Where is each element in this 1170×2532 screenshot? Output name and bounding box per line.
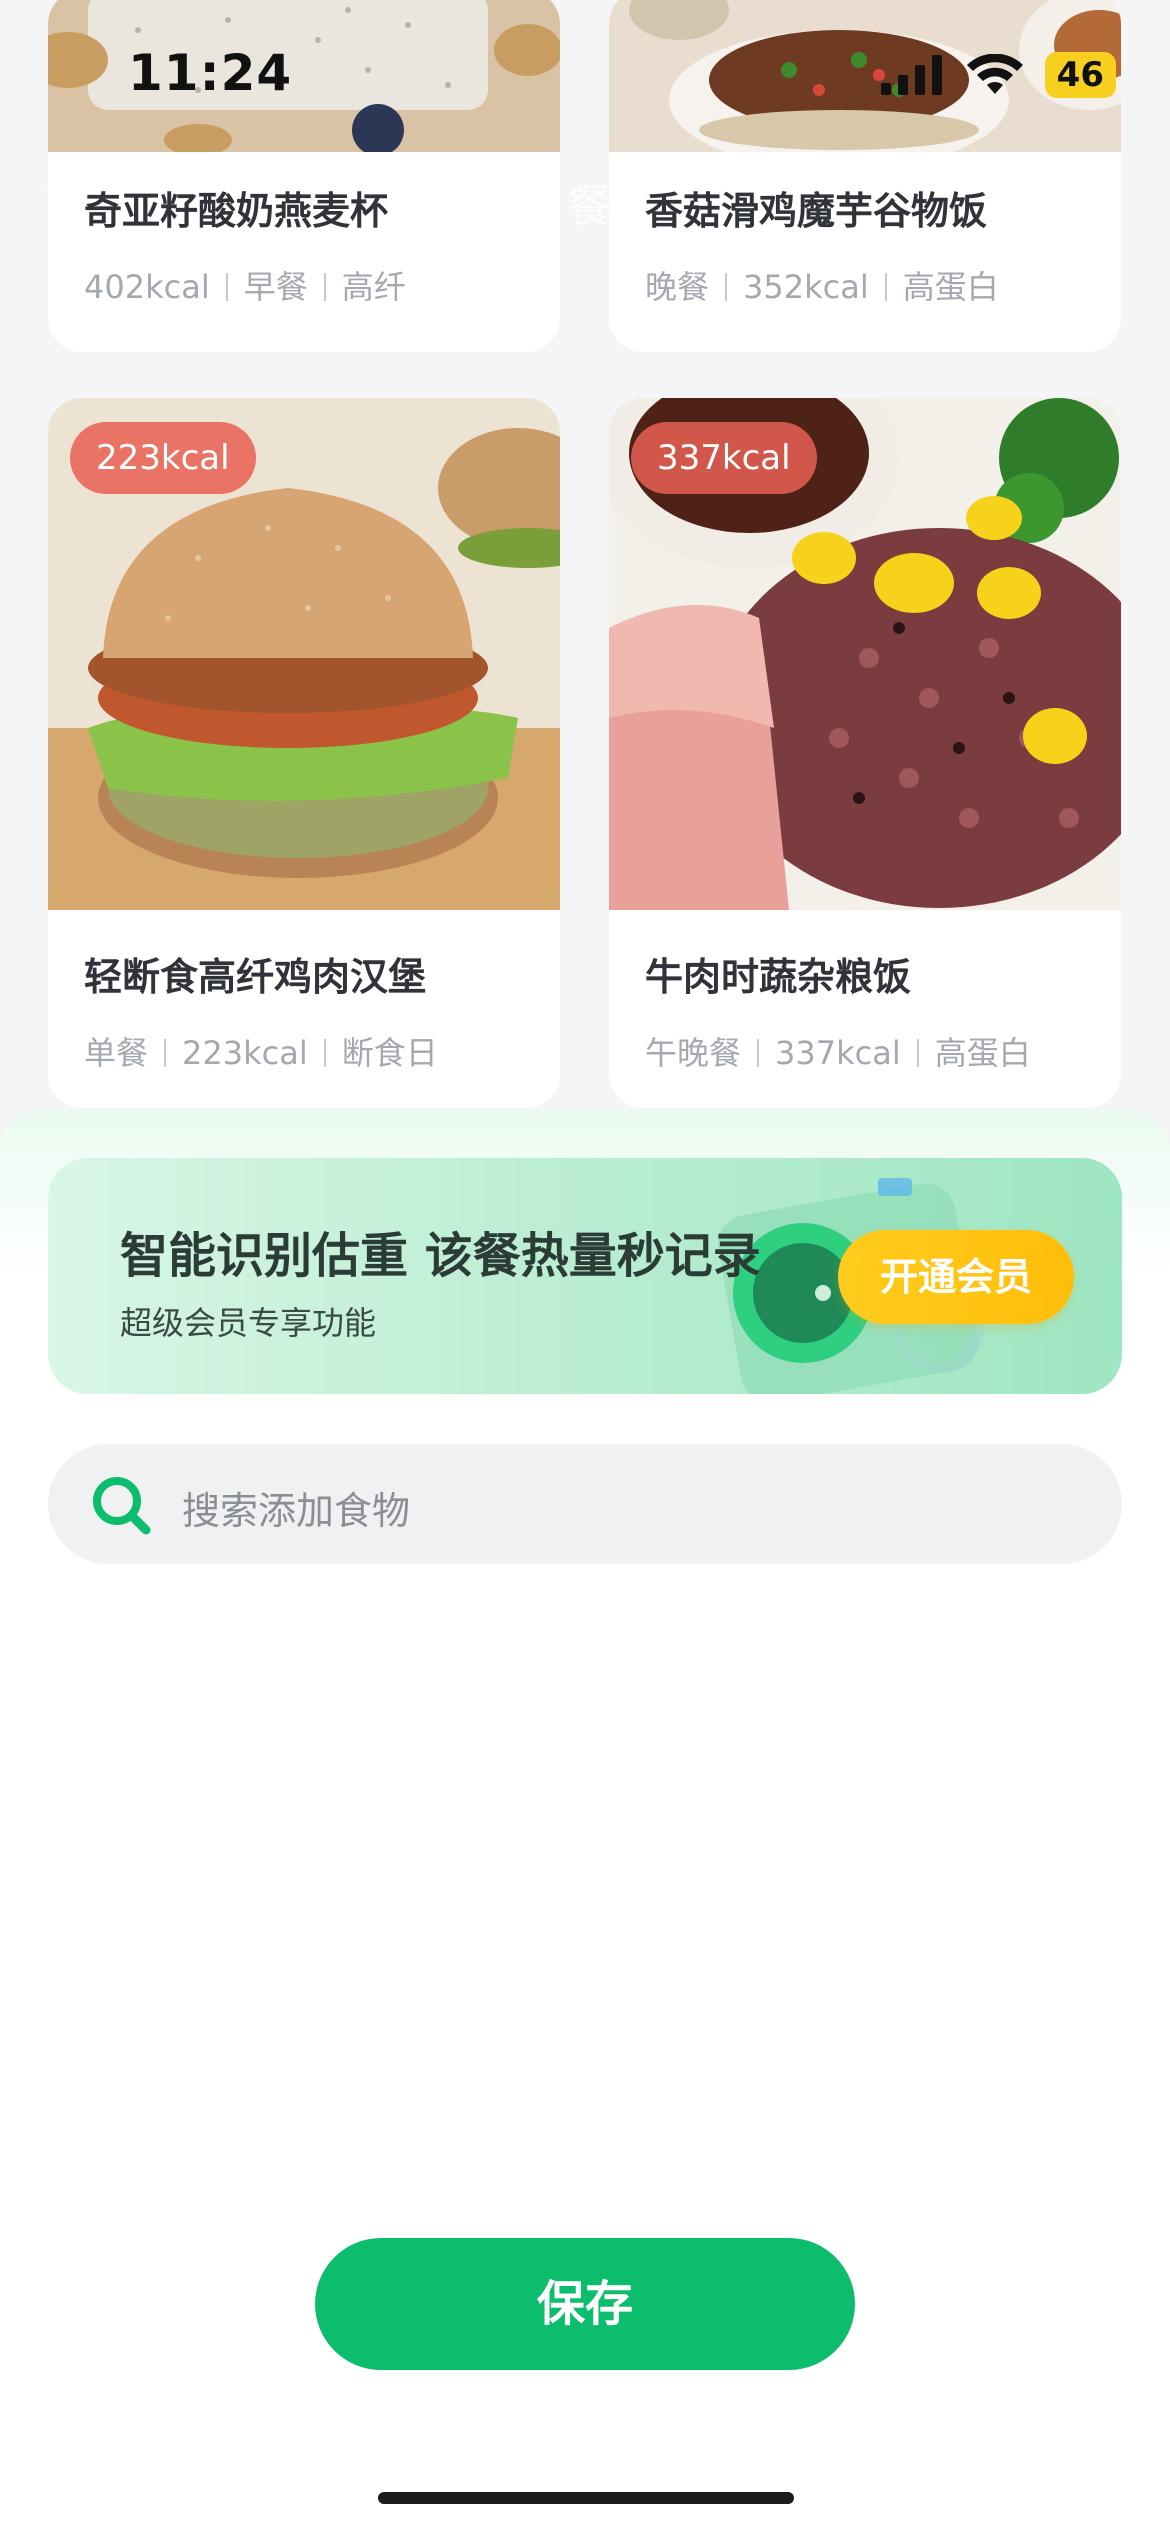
recipe-title: 香菇滑鸡魔芋谷物饭 (645, 189, 988, 233)
search-icon (93, 1477, 151, 1535)
recipe-meta-item: 352kcal (743, 268, 869, 306)
recipe-meta-item: 337kcal (775, 1034, 901, 1072)
recipe-meta: 晚餐 352kcal 高蛋白 (645, 262, 999, 308)
recipe-card[interactable]: 223kcal 轻断食高纤鸡肉汉堡 单餐 223kcal 断食日 (48, 398, 560, 1108)
add-food-sheet: 智能识别估重 该餐热量秒记录 超级会员专享功能 开通会员 搜索添加食物 保存 (0, 1110, 1170, 2532)
recipe-meta-item: 早餐 (243, 268, 308, 306)
wifi-icon (966, 54, 1023, 94)
recipe-image-chicken-burger: 223kcal (48, 398, 560, 910)
open-membership-button[interactable]: 开通会员 (838, 1230, 1074, 1324)
chevron-left-icon (45, 161, 75, 215)
nav-title: 口餐 (520, 179, 612, 233)
recipe-title: 牛肉时蔬杂粮饭 (645, 955, 912, 999)
recipe-meta: 402kcal 早餐 高纤 (84, 262, 406, 308)
recipe-meta-item: 223kcal (182, 1034, 308, 1072)
vip-promo-banner[interactable]: 智能识别估重 该餐热量秒记录 超级会员专享功能 开通会员 (48, 1158, 1122, 1394)
recipe-meta-item: 402kcal (84, 268, 210, 306)
kcal-badge: 223kcal (70, 422, 256, 494)
kcal-badge: 337kcal (631, 422, 817, 494)
search-placeholder: 搜索添加食物 (182, 1489, 411, 1533)
recipe-title: 奇亚籽酸奶燕麦杯 (84, 189, 389, 233)
home-indicator (378, 2492, 794, 2504)
recipe-meta-item: 断食日 (341, 1034, 438, 1072)
recipe-meta-item: 午晚餐 (645, 1034, 742, 1072)
status-time: 11:24 (128, 44, 293, 102)
banner-subtitle: 超级会员专享功能 (120, 1304, 377, 1342)
recipe-meta-item: 高纤 (341, 268, 406, 306)
recipe-meta: 单餐 223kcal 断食日 (84, 1028, 438, 1074)
recipe-meta-item: 晚餐 (645, 268, 710, 306)
banner-headline: 智能识别估重 该餐热量秒记录 (120, 1228, 761, 1284)
back-button[interactable] (44, 160, 78, 220)
recipe-meta-item: 高蛋白 (934, 1034, 1031, 1072)
search-food-input[interactable]: 搜索添加食物 (48, 1444, 1122, 1564)
recipe-meta-item: 高蛋白 (902, 268, 999, 306)
recipe-title: 轻断食高纤鸡肉汉堡 (84, 955, 427, 999)
cellular-signal-icon (880, 55, 942, 95)
status-icons: 46 (880, 52, 1116, 98)
battery-indicator: 46 (1044, 52, 1116, 98)
recipe-image-beef-grain-rice: 337kcal (609, 398, 1121, 910)
recipe-meta: 午晚餐 337kcal 高蛋白 (645, 1028, 1031, 1074)
status-bar: 11:24 46 (0, 0, 1170, 150)
recipe-meta-item: 单餐 (84, 1034, 149, 1072)
recipe-card[interactable]: 337kcal 牛肉时蔬杂粮饭 午晚餐 337kcal 高蛋白 (609, 398, 1121, 1108)
save-button[interactable]: 保存 (315, 2238, 855, 2370)
